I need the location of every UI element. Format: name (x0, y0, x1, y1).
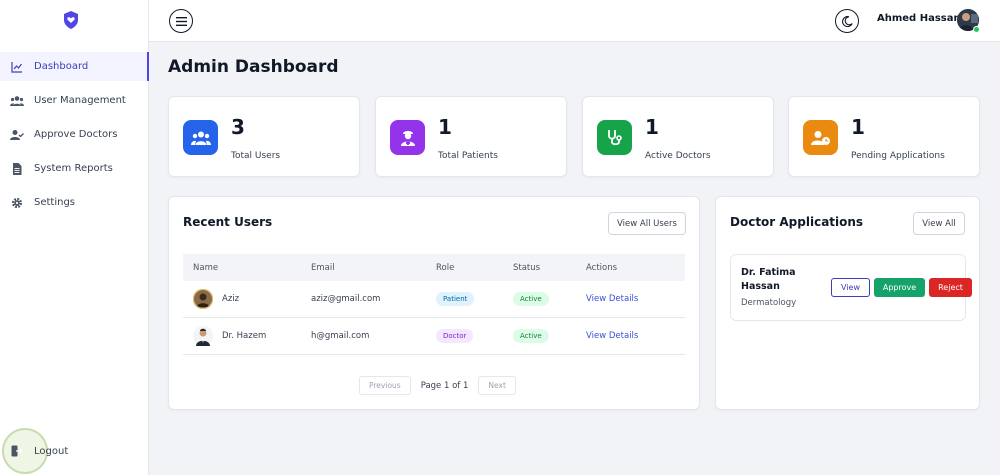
sidebar-item-label: Approve Doctors (34, 129, 118, 140)
sidebar-nav: Dashboard User Management Approve Doctor… (0, 52, 149, 222)
doctor-applications-title: Doctor Applications (730, 215, 864, 229)
recent-users-title: Recent Users (183, 215, 273, 229)
users-icon (183, 120, 218, 155)
user-check-icon (10, 128, 24, 142)
column-header-actions: Actions (586, 262, 618, 273)
sidebar: Dashboard User Management Approve Doctor… (0, 0, 149, 475)
stat-card-total-users: 3 Total Users (168, 96, 360, 177)
previous-page-button[interactable]: Previous (359, 376, 411, 395)
table-row: Aziz aziz@gmail.com Patient Active View … (183, 281, 685, 318)
column-header-name: Name (193, 262, 219, 273)
table-row: Dr. Hazem h@gmail.com Doctor Active View… (183, 318, 685, 355)
stat-label: Pending Applications (851, 151, 945, 161)
avatar (193, 289, 213, 309)
approve-button[interactable]: Approve (874, 278, 925, 297)
view-all-applications-button[interactable]: View All (913, 212, 965, 235)
stat-label: Total Patients (438, 151, 498, 161)
online-status-dot (973, 26, 980, 33)
hamburger-menu-icon[interactable] (169, 9, 193, 33)
doctor-applications-panel: Doctor Applications View All Dr. Fatima … (715, 196, 980, 410)
users-table: Name Email Role Status Actions Aziz aziz… (183, 254, 685, 355)
table-header: Name Email Role Status Actions (183, 254, 685, 281)
page-title: Admin Dashboard (168, 57, 339, 77)
stat-card-active-doctors: 1 Active Doctors (582, 96, 774, 177)
logout-icon (10, 444, 24, 458)
sidebar-item-label: Dashboard (34, 61, 89, 72)
stethoscope-icon (597, 120, 632, 155)
column-header-role: Role (436, 262, 455, 273)
user-email: h@gmail.com (311, 331, 370, 341)
status-badge: Active (513, 292, 549, 306)
users-icon (10, 94, 24, 108)
applicant-specialty: Dermatology (741, 298, 797, 308)
view-details-link[interactable]: View Details (586, 294, 638, 304)
topbar: Ahmed Hassan (149, 0, 1000, 42)
user-email: aziz@gmail.com (311, 294, 381, 304)
patient-icon (390, 120, 425, 155)
page-info: Page 1 of 1 (420, 380, 469, 391)
heart-shield-icon[interactable] (62, 10, 80, 30)
applicant-name: Dr. Fatima Hassan (741, 267, 796, 292)
stat-value: 3 (231, 115, 245, 139)
stat-label: Active Doctors (645, 151, 711, 161)
sidebar-item-user-management[interactable]: User Management (0, 86, 149, 115)
logout-button[interactable]: Logout (10, 444, 68, 458)
gear-icon (10, 196, 24, 210)
stat-card-pending-applications: 1 Pending Applications (788, 96, 980, 177)
role-badge: Doctor (436, 329, 474, 343)
stat-value: 1 (851, 115, 865, 139)
status-badge: Active (513, 329, 549, 343)
view-application-button[interactable]: View (831, 278, 870, 297)
sidebar-item-dashboard[interactable]: Dashboard (0, 52, 149, 81)
view-all-users-button[interactable]: View All Users (608, 212, 686, 235)
chart-line-icon (10, 60, 24, 74)
stat-label: Total Users (231, 151, 281, 161)
next-page-button[interactable]: Next (478, 376, 516, 395)
sidebar-item-approve-doctors[interactable]: Approve Doctors (0, 120, 149, 149)
sidebar-item-label: Settings (34, 197, 76, 208)
pagination: Previous Page 1 of 1 Next (359, 376, 516, 395)
moon-icon[interactable] (835, 9, 859, 33)
sidebar-item-label: User Management (34, 95, 126, 106)
column-header-status: Status (513, 262, 541, 273)
recent-users-panel: Recent Users View All Users Name Email R… (168, 196, 700, 410)
sidebar-item-settings[interactable]: Settings (0, 188, 149, 217)
avatar (193, 326, 213, 346)
logout-label: Logout (34, 445, 69, 457)
application-card: Dr. Fatima Hassan Dermatology View Appro… (730, 254, 972, 321)
file-report-icon (10, 162, 24, 176)
sidebar-item-system-reports[interactable]: System Reports (0, 154, 149, 183)
user-clock-icon (803, 120, 838, 155)
stat-card-total-patients: 1 Total Patients (375, 96, 567, 177)
reject-button[interactable]: Reject (929, 278, 972, 297)
stat-value: 1 (645, 115, 659, 139)
column-header-email: Email (311, 262, 335, 273)
stat-value: 1 (438, 115, 452, 139)
user-name: Dr. Hazem (222, 331, 267, 341)
user-name[interactable]: Ahmed Hassan (877, 13, 961, 24)
view-details-link[interactable]: View Details (586, 331, 638, 341)
sidebar-item-label: System Reports (34, 163, 113, 174)
user-name: Aziz (222, 294, 240, 304)
role-badge: Patient (436, 292, 475, 306)
